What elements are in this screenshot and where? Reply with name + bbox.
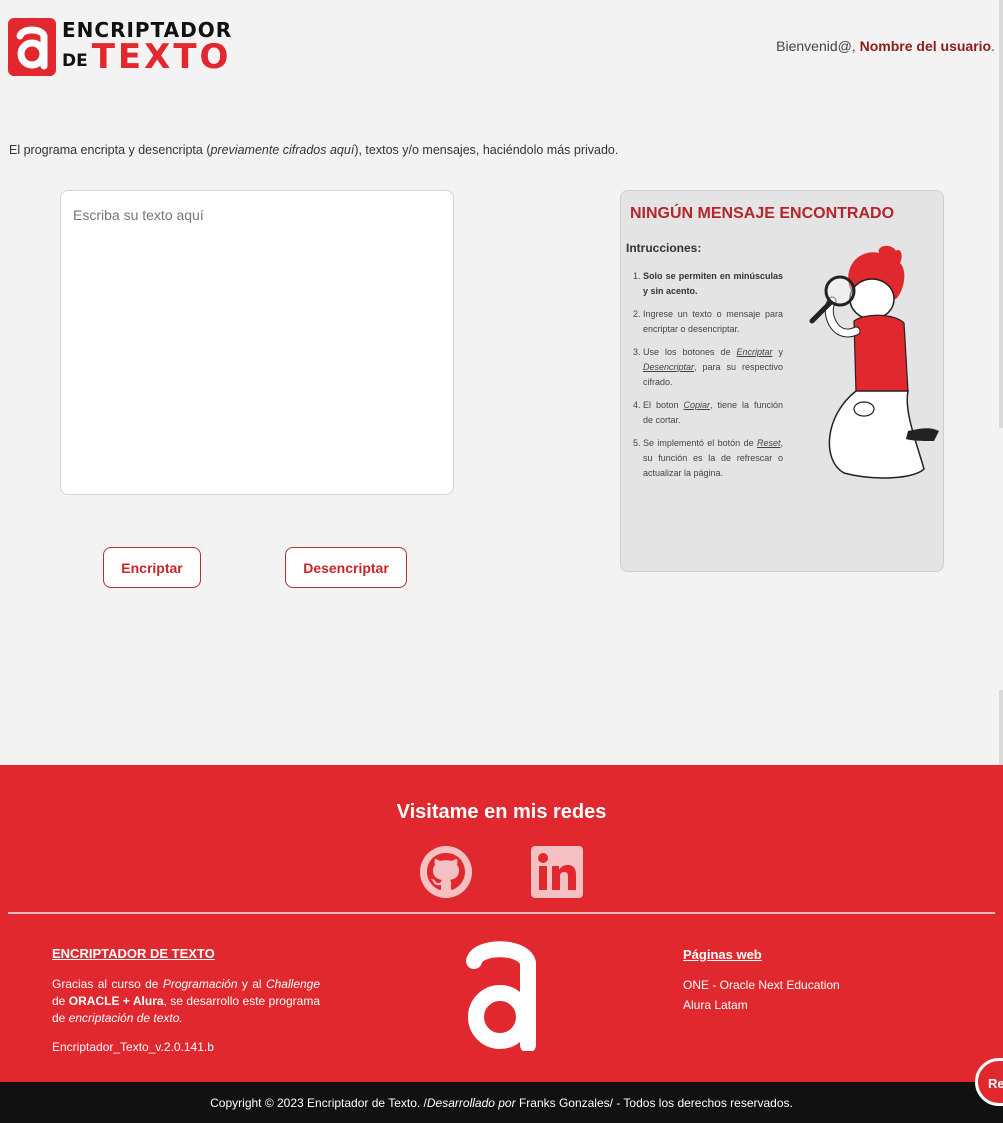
footer-logo-icon [466, 941, 536, 1051]
footer-divider [8, 912, 995, 914]
intro-part-1: El programa encripta y desencripta ( [9, 143, 211, 157]
person-magnifier-illustration [809, 245, 939, 479]
logo-de: DE [62, 51, 88, 71]
logo-wordmark: ENCRIPTADOR DE TEXTO [62, 20, 232, 74]
panel-subtitle: Intrucciones: [626, 241, 702, 255]
instruction-item: Se implementó el botón de Reset, su func… [643, 436, 783, 481]
footer: Visitame en mis redes ENCRIPTADOR DE TEX… [0, 765, 1003, 1082]
github-icon[interactable] [419, 845, 473, 899]
app-logo[interactable]: ENCRIPTADOR DE TEXTO [8, 18, 232, 76]
welcome-prefix: Bienvenid@, [776, 38, 860, 54]
instruction-item: Use los botones de Encriptar y Desencrip… [643, 345, 783, 390]
copyright-bar: Copyright © 2023 Encriptador de Texto. /… [0, 1082, 1003, 1123]
footer-about-text: Gracias al curso de Programación y al Ch… [52, 977, 321, 1025]
logo-a-icon [8, 18, 56, 76]
welcome-message: Bienvenid@, Nombre del usuario. [776, 38, 995, 54]
instruction-item: Ingrese un texto o mensaje para encripta… [643, 307, 783, 337]
intro-text: El programa encripta y desencripta (prev… [9, 143, 618, 157]
instruction-item: Solo se permiten en minúsculas y sin ace… [643, 269, 783, 299]
text-input[interactable] [73, 207, 441, 478]
instruction-item: El boton Copiar, tiene la función de cor… [643, 398, 783, 428]
encrypt-button[interactable]: Encriptar [103, 547, 201, 588]
link-alura-latam[interactable]: Alura Latam [683, 995, 840, 1015]
link-oracle-next-education[interactable]: ONE - Oracle Next Education [683, 975, 840, 995]
footer-links-title: Páginas web [683, 947, 762, 962]
footer-links: Páginas web ONE - Oracle Next Education … [683, 945, 840, 1015]
text-input-card [60, 190, 454, 495]
social-title: Visitame en mis redes [396, 801, 607, 823]
logo-texto: TEXTO [91, 37, 232, 77]
message-panel: NINGÚN MENSAJE ENCONTRADO Intrucciones: … [620, 190, 944, 572]
panel-title: NINGÚN MENSAJE ENCONTRADO [630, 205, 895, 222]
intro-italic: previamente cifrados aquí [210, 143, 355, 157]
linkedin-icon[interactable] [530, 845, 584, 899]
footer-about: ENCRIPTADOR DE TEXTO Gracias al curso de… [52, 945, 320, 1056]
user-name: Nombre del usuario [859, 38, 992, 54]
scrollbar-thumb[interactable] [999, 0, 1003, 428]
decrypt-button[interactable]: Desencriptar [285, 547, 407, 588]
instructions-list: Solo se permiten en minúsculas y sin ace… [643, 269, 783, 489]
version-label: Encriptador_Texto_v.2.0.141.b [52, 1040, 214, 1054]
scrollbar-thumb-lower[interactable] [999, 690, 1003, 765]
welcome-suffix: . [991, 38, 995, 54]
intro-part-2: ), textos y/o mensajes, haciéndolo más p… [354, 143, 619, 157]
footer-about-title: ENCRIPTADOR DE TEXTO [52, 946, 215, 961]
